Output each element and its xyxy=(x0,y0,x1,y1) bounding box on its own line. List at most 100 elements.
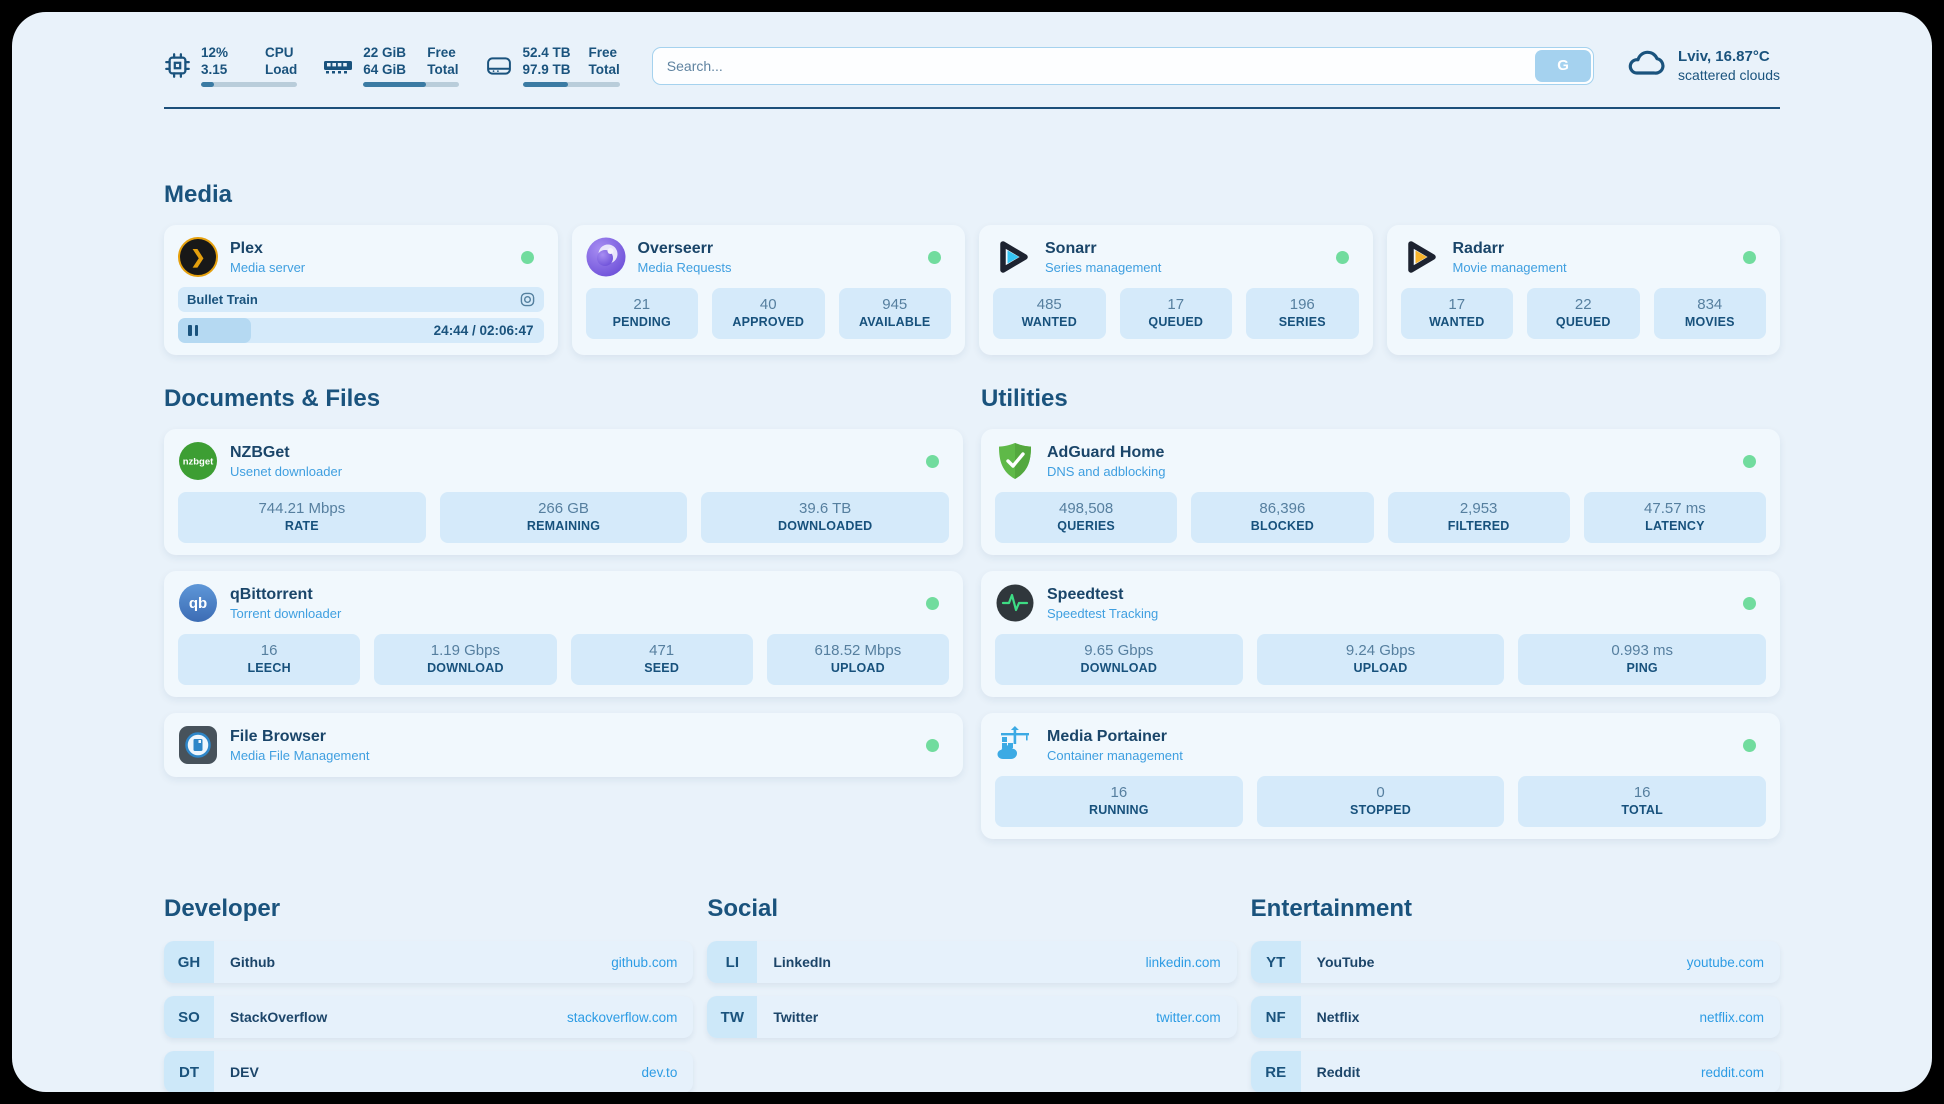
app-card-overseerr[interactable]: Overseerr Media Requests 21 PENDING 40 A… xyxy=(572,225,966,355)
bookmark-url: github.com xyxy=(611,955,677,970)
bookmark-group-developer: Developer GH Github github.com SO StackO… xyxy=(164,895,693,1092)
status-online-dot xyxy=(926,455,939,468)
section-utilities: Utilities AdGuard Home DNS and adblockin… xyxy=(981,355,1780,839)
app-card-adguard[interactable]: AdGuard Home DNS and adblocking 498,508 … xyxy=(981,429,1780,555)
bookmark-reddit[interactable]: RE Reddit reddit.com xyxy=(1251,1051,1780,1092)
stat-download: 9.65 Gbps DOWNLOAD xyxy=(995,634,1243,685)
bookmark-abbr-badge: GH xyxy=(164,941,214,983)
app-title: Plex xyxy=(230,239,305,259)
search-bar: G xyxy=(652,47,1594,85)
bookmark-group-entertainment: Entertainment YT YouTube youtube.com NF … xyxy=(1251,895,1780,1092)
stat-ping: 0.993 ms PING xyxy=(1518,634,1766,685)
bookmark-name: YouTube xyxy=(1317,954,1375,970)
ram-free-value: 22 GiB xyxy=(363,44,409,61)
disk-progress-bar xyxy=(523,82,620,87)
weather-widget: Lviv, 16.87°C scattered clouds xyxy=(1626,47,1780,84)
stat-blocked: 86,396 BLOCKED xyxy=(1191,492,1373,543)
status-online-dot xyxy=(1743,597,1756,610)
stat-queued: 22 QUEUED xyxy=(1527,288,1640,339)
stat-approved: 40 APPROVED xyxy=(712,288,825,339)
weather-location-temp: Lviv, 16.87°C xyxy=(1678,47,1780,66)
app-subtitle: Media server xyxy=(230,259,305,276)
app-card-portainer[interactable]: Media Portainer Container management 16 … xyxy=(981,713,1780,839)
bookmark-name: Netflix xyxy=(1317,1009,1360,1025)
status-online-dot xyxy=(521,251,534,264)
status-online-dot xyxy=(1336,251,1349,264)
stat-total: 16 TOTAL xyxy=(1518,776,1766,827)
pause-icon xyxy=(188,325,198,336)
app-title: File Browser xyxy=(230,727,369,747)
bookmark-url: twitter.com xyxy=(1156,1010,1221,1025)
app-subtitle: Torrent downloader xyxy=(230,605,341,622)
status-online-dot xyxy=(1743,455,1756,468)
ram-progress-bar xyxy=(363,82,458,87)
bookmark-url: youtube.com xyxy=(1687,955,1764,970)
now-playing-row: Bullet Train xyxy=(178,287,544,312)
app-card-nzbget[interactable]: nzbget NZBGet Usenet downloader 744.21 M… xyxy=(164,429,963,555)
app-title: NZBGet xyxy=(230,443,342,463)
cpu-usage-value: 12% xyxy=(201,44,247,61)
bookmark-twitter[interactable]: TW Twitter twitter.com xyxy=(707,996,1236,1038)
app-title: Media Portainer xyxy=(1047,727,1183,747)
app-card-plex[interactable]: ❯ Plex Media server Bullet Train xyxy=(164,225,558,355)
bookmark-abbr-badge: NF xyxy=(1251,996,1301,1038)
stat-leech: 16 LEECH xyxy=(178,634,360,685)
app-title: Speedtest xyxy=(1047,585,1158,605)
app-subtitle: Speedtest Tracking xyxy=(1047,605,1158,622)
stat-wanted: 17 WANTED xyxy=(1401,288,1514,339)
portainer-icon xyxy=(995,725,1035,765)
stat-stopped: 0 STOPPED xyxy=(1257,776,1505,827)
bookmark-abbr-badge: SO xyxy=(164,996,214,1038)
bookmark-group-social: Social LI LinkedIn linkedin.com TW Twitt… xyxy=(707,895,1236,1092)
ram-total-value: 64 GiB xyxy=(363,61,409,78)
bookmark-youtube[interactable]: YT YouTube youtube.com xyxy=(1251,941,1780,983)
bookmark-linkedin[interactable]: LI LinkedIn linkedin.com xyxy=(707,941,1236,983)
stat-wanted: 485 WANTED xyxy=(993,288,1106,339)
stat-downloaded: 39.6 TB DOWNLOADED xyxy=(701,492,949,543)
stat-filtered: 2,953 FILTERED xyxy=(1388,492,1570,543)
bookmark-url: linkedin.com xyxy=(1146,955,1221,970)
bookmark-stackoverflow[interactable]: SO StackOverflow stackoverflow.com xyxy=(164,996,693,1038)
filebrowser-icon xyxy=(178,725,218,765)
adguard-icon xyxy=(995,441,1035,481)
app-subtitle: Media Requests xyxy=(638,259,732,276)
stat-download: 1.19 Gbps DOWNLOAD xyxy=(374,634,556,685)
bookmark-github[interactable]: GH Github github.com xyxy=(164,941,693,983)
bookmark-group-title: Social xyxy=(707,895,1236,923)
app-card-filebrowser[interactable]: File Browser Media File Management xyxy=(164,713,963,777)
radarr-icon xyxy=(1401,237,1441,277)
stat-running: 16 RUNNING xyxy=(995,776,1243,827)
plex-icon: ❯ xyxy=(178,237,218,277)
section-title-documents: Documents & Files xyxy=(164,385,963,413)
app-card-qbittorrent[interactable]: qb qBittorrent Torrent downloader 16 LEE… xyxy=(164,571,963,697)
disk-label-2: Total xyxy=(589,61,620,78)
bookmark-abbr-badge: YT xyxy=(1251,941,1301,983)
overseerr-icon xyxy=(586,237,626,277)
search-input[interactable] xyxy=(652,47,1594,85)
stat-available: 945 AVAILABLE xyxy=(839,288,952,339)
bookmark-netflix[interactable]: NF Netflix netflix.com xyxy=(1251,996,1780,1038)
app-card-sonarr[interactable]: Sonarr Series management 485 WANTED 17 Q… xyxy=(979,225,1373,355)
disk-total-value: 97.9 TB xyxy=(523,61,571,78)
bookmark-abbr-badge: LI xyxy=(707,941,757,983)
bookmark-name: DEV xyxy=(230,1064,259,1080)
svg-text:nzbget: nzbget xyxy=(183,457,214,468)
bookmark-abbr-badge: RE xyxy=(1251,1051,1301,1092)
app-card-speedtest[interactable]: Speedtest Speedtest Tracking 9.65 Gbps D… xyxy=(981,571,1780,697)
app-subtitle: DNS and adblocking xyxy=(1047,463,1166,480)
status-online-dot xyxy=(1743,739,1756,752)
stat-series: 196 SERIES xyxy=(1246,288,1359,339)
app-title: Overseerr xyxy=(638,239,732,259)
bookmark-name: Twitter xyxy=(773,1009,818,1025)
ram-label-1: Free xyxy=(427,44,458,61)
status-online-dot xyxy=(1743,251,1756,264)
status-online-dot xyxy=(926,739,939,752)
app-card-radarr[interactable]: Radarr Movie management 17 WANTED 22 QUE… xyxy=(1387,225,1781,355)
cpu-progress-bar xyxy=(201,82,297,87)
search-engine-button[interactable]: G xyxy=(1535,50,1591,82)
section-documents-files: Documents & Files nzbget NZBGet Usenet d… xyxy=(164,355,963,839)
app-subtitle: Usenet downloader xyxy=(230,463,342,480)
cpu-icon xyxy=(164,52,191,79)
sonarr-icon xyxy=(993,237,1033,277)
bookmark-dev[interactable]: DT DEV dev.to xyxy=(164,1051,693,1092)
